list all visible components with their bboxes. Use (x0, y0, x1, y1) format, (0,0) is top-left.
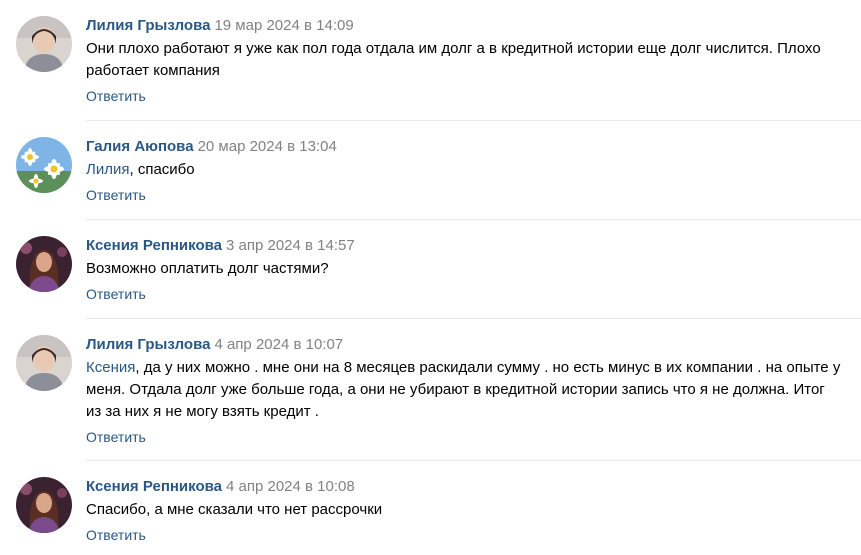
comment-text: Они плохо работают я уже как пол года от… (86, 40, 821, 79)
comment-text: Возможно оплатить долг частями? (86, 260, 329, 277)
divider (86, 120, 861, 121)
comment-author-link[interactable]: Лилия Грызлова (86, 336, 210, 353)
comment-author-link[interactable]: Галия Аюпова (86, 138, 194, 155)
comment-thread: Лилия Грызлова 19 мар 2024 в 14:09 Они пл… (0, 0, 861, 555)
comment-author-link[interactable]: Ксения Репникова (86, 478, 222, 495)
comment-text: Ксения, да у них можно . мне они на 8 ме… (86, 357, 841, 423)
divider (86, 318, 861, 319)
divider (86, 219, 861, 220)
divider (86, 460, 861, 461)
avatar[interactable] (16, 16, 72, 72)
mention-link[interactable]: Лилия (86, 161, 129, 178)
comment-date-link[interactable]: 4 апр 2024 в 10:08 (226, 478, 355, 495)
comment-text-body: , да у них можно . мне они на 8 месяцев … (86, 359, 841, 420)
mention-link[interactable]: Ксения (86, 359, 135, 376)
reply-button[interactable]: Ответить (86, 427, 841, 447)
comment-text-body: , спасибо (129, 161, 195, 178)
avatar[interactable] (16, 477, 72, 533)
comment-date-link[interactable]: 4 апр 2024 в 10:07 (214, 336, 343, 353)
avatar[interactable] (16, 335, 72, 391)
comment-author-link[interactable]: Ксения Репникова (86, 237, 222, 254)
reply-button[interactable]: Ответить (86, 185, 841, 205)
comment-text: Спасибо, а мне сказали что нет рассрочки (86, 501, 383, 518)
comment-text: Лилия, спасибо (86, 159, 841, 181)
comment-date-link[interactable]: 20 мар 2024 в 13:04 (198, 138, 337, 155)
comment-date-link[interactable]: 19 мар 2024 в 14:09 (214, 17, 353, 34)
reply-button[interactable]: Ответить (86, 86, 841, 106)
avatar[interactable] (16, 236, 72, 292)
comment-author-link[interactable]: Лилия Грызлова (86, 17, 210, 34)
reply-button[interactable]: Ответить (86, 284, 841, 304)
reply-button[interactable]: Ответить (86, 525, 841, 545)
avatar[interactable] (16, 137, 72, 193)
comment-date-link[interactable]: 3 апр 2024 в 14:57 (226, 237, 355, 254)
